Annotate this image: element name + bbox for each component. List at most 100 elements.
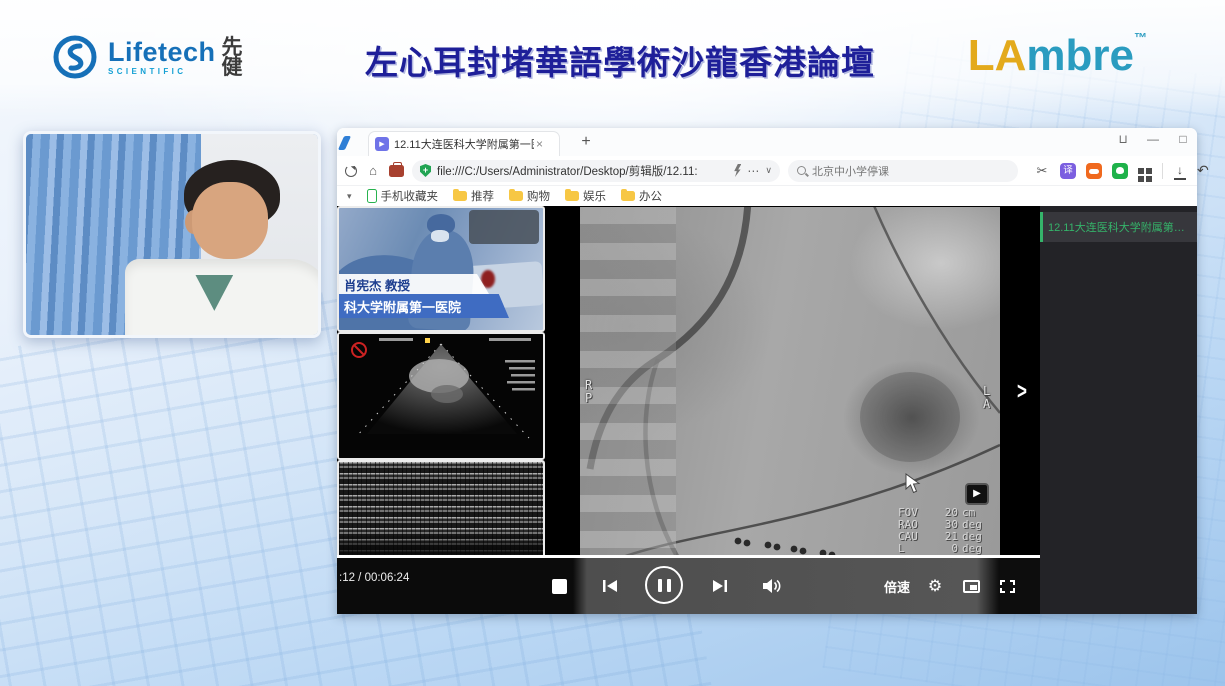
ecg-waveform-panel[interactable]	[337, 460, 545, 566]
event-title: 左心耳封堵華語學術沙龍香港論壇	[330, 36, 910, 84]
search-query[interactable]: 北京中小学停课	[812, 163, 889, 179]
search-field[interactable]: 北京中小学停课	[788, 160, 1018, 182]
bookmarks-caret-icon[interactable]: ▾	[347, 191, 352, 202]
playlist-item-label: 12.11大连医科大学附属第一-...	[1048, 219, 1193, 235]
ultrasound-image	[339, 334, 543, 458]
previous-button[interactable]	[596, 572, 624, 600]
lambre-la: LA	[968, 31, 1027, 80]
picture-in-picture-button[interactable]	[957, 572, 985, 600]
translate-icon[interactable]: 译	[1060, 163, 1076, 179]
new-tab-button[interactable]: +	[575, 131, 597, 153]
main-video[interactable]: RP LA FOV20cm RAO30deg CAU21deg L0deg ▶	[545, 206, 1040, 558]
download-icon[interactable]: ↓	[1173, 164, 1187, 178]
bookmark-folder-shopping[interactable]: 购物	[509, 188, 550, 204]
bookmark-phone-favorites[interactable]: 手机收藏夹	[367, 188, 439, 204]
caption-speaker-name: 肖宪杰 教授	[339, 274, 489, 294]
folder-icon	[565, 191, 579, 201]
active-item-accent	[1040, 212, 1043, 242]
tab-close-icon[interactable]: ×	[536, 137, 543, 151]
wechat-icon[interactable]	[1112, 163, 1128, 179]
playback-time: :12 / 00:06:24	[339, 572, 409, 584]
surgeon-mask	[431, 230, 449, 242]
bookmark-folder-entertainment[interactable]: 娱乐	[565, 188, 606, 204]
lambre-logo: LAmbre™	[968, 30, 1147, 81]
browser-toolbar-icons: ✂ 译 ↓ ↶	[1034, 162, 1209, 179]
pause-button[interactable]	[645, 566, 683, 604]
video-popup-play-icon[interactable]: ▶	[965, 483, 989, 505]
game-center-icon[interactable]	[1086, 163, 1102, 179]
fluoro-parameters: FOV20cm RAO30deg CAU21deg L0deg	[898, 507, 982, 555]
bookmark-label: 手机收藏夹	[381, 188, 439, 204]
orientation-marker-la: LA	[983, 385, 990, 411]
event-banner: Lifetech SCIENTIFIC 先健 左心耳封堵華語學術沙龍香港論壇 L…	[0, 0, 1225, 118]
speaker-face	[192, 182, 268, 258]
apps-grid-icon[interactable]	[1138, 168, 1144, 174]
url-text[interactable]: file:///C:/Users/Administrator/Desktop/剪…	[437, 163, 727, 179]
brand-name: Lifetech	[108, 39, 216, 66]
volume-button[interactable]	[758, 572, 786, 600]
browser-corner-flag-icon[interactable]	[338, 136, 351, 150]
brand-cjk: 先健	[222, 37, 246, 77]
mouse-cursor	[905, 473, 922, 499]
scissors-screenshot-icon[interactable]: ✂	[1034, 163, 1050, 179]
folder-icon	[453, 191, 467, 201]
window-controls: ⊔ — □	[1115, 132, 1191, 146]
stop-button[interactable]	[545, 572, 573, 600]
or-equipment	[469, 210, 539, 244]
speaker-white-coat	[125, 259, 321, 338]
surgery-room-panel[interactable]: 肖宪杰 教授 科大学附属第一医院	[337, 206, 545, 332]
url-more-icon[interactable]: ⋯	[747, 164, 759, 178]
url-chevron-down-icon[interactable]: ∨	[765, 165, 772, 176]
source-panels: 肖宪杰 教授 科大学附属第一医院	[337, 206, 545, 566]
playlist-item-active[interactable]: 12.11大连医科大学附属第一-...	[1040, 212, 1197, 242]
settings-gear-icon[interactable]: ⚙	[921, 572, 949, 600]
bookmark-label: 购物	[527, 188, 550, 204]
fluoroscopy-image: RP LA FOV20cm RAO30deg CAU21deg L0deg ▶	[580, 207, 1000, 558]
sidebar-collapse-chevron[interactable]: >	[1017, 378, 1027, 406]
browser-window: ▶ 12.11大连医科大学附属第一医 × + ⊔ — □ ⌂ file:///C…	[337, 128, 1197, 614]
fullscreen-button[interactable]	[993, 572, 1021, 600]
lightning-icon[interactable]	[733, 164, 741, 177]
browser-addressbar: ⌂ file:///C:/Users/Administrator/Desktop…	[337, 156, 1197, 186]
brand-subtitle: SCIENTIFIC	[108, 68, 216, 76]
toolbox-icon[interactable]	[389, 165, 404, 177]
lambre-mbre: mbre	[1026, 31, 1134, 80]
playlist-sidebar: 12.11大连医科大学附属第一-...	[1040, 206, 1197, 614]
bookmark-folder-office[interactable]: 办公	[621, 188, 662, 204]
toolbar-divider	[1162, 163, 1163, 179]
lifetech-logo: Lifetech SCIENTIFIC 先健	[52, 34, 246, 80]
speaker-webcam-video	[23, 131, 321, 338]
player-controls-bar: :12 / 00:06:24 倍速 ⚙	[337, 558, 1040, 614]
orientation-marker-rp: RP	[585, 379, 592, 405]
folder-icon	[621, 191, 635, 201]
playback-speed-button[interactable]: 倍速	[877, 572, 917, 600]
folder-icon	[509, 191, 523, 201]
screen: Lifetech SCIENTIFIC 先健 左心耳封堵華語學術沙龍香港論壇 L…	[0, 0, 1225, 686]
url-field[interactable]: file:///C:/Users/Administrator/Desktop/剪…	[412, 160, 780, 182]
bookmark-label: 办公	[639, 188, 662, 204]
security-shield-icon	[420, 164, 431, 177]
ultrasound-panel[interactable]	[337, 332, 545, 460]
bookmark-label: 推荐	[471, 188, 494, 204]
search-icon	[797, 166, 806, 175]
bookmark-folder-recommend[interactable]: 推荐	[453, 188, 494, 204]
trademark-symbol: ™	[1134, 30, 1147, 45]
caption-hospital: 科大学附属第一医院	[339, 294, 509, 318]
browser-tabbar: ▶ 12.11大连医科大学附属第一医 × + ⊔ — □	[337, 128, 1197, 156]
maximize-window-icon[interactable]: □	[1175, 132, 1191, 146]
browser-tab[interactable]: ▶ 12.11大连医科大学附属第一医 ×	[368, 131, 560, 156]
tab-title: 12.11大连医科大学附属第一医	[394, 136, 534, 152]
bookmark-label: 娱乐	[583, 188, 606, 204]
phone-icon	[367, 189, 377, 203]
video-file-favicon: ▶	[375, 137, 389, 151]
next-button[interactable]	[706, 572, 734, 600]
home-icon[interactable]: ⌂	[365, 163, 381, 178]
video-player-area: 肖宪杰 教授 科大学附属第一医院	[337, 206, 1197, 614]
restore-window-icon[interactable]: ⊔	[1115, 132, 1131, 146]
undo-icon[interactable]: ↶	[1197, 162, 1209, 179]
spine-shadow	[580, 207, 676, 558]
bookmarks-bar: ▾ 手机收藏夹 推荐 购物 娱乐 办公	[337, 186, 1197, 206]
lifetech-logo-icon	[52, 34, 98, 80]
minimize-window-icon[interactable]: —	[1145, 132, 1161, 146]
reload-icon[interactable]	[345, 165, 357, 177]
